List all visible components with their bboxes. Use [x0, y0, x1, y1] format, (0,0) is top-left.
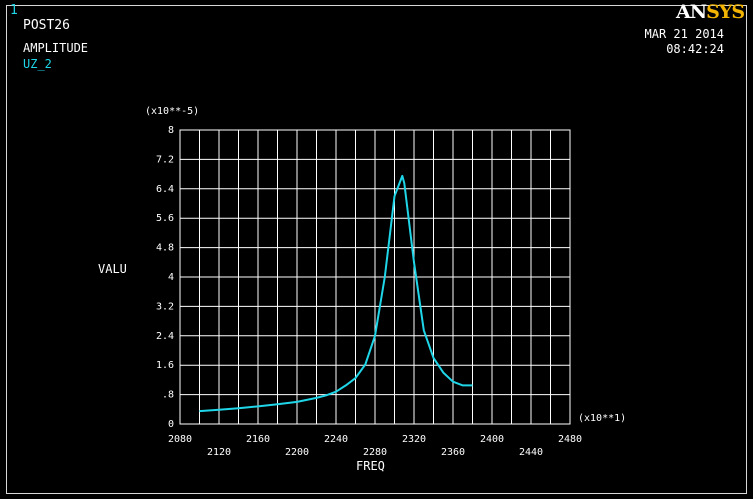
x-tick-label: 2440	[519, 447, 543, 458]
y-tick-label: 2.4	[156, 331, 174, 342]
x-tick-label: 2120	[207, 447, 231, 458]
y-tick-label: 5.6	[156, 213, 174, 224]
y-tick-label: 4.8	[156, 243, 174, 254]
y-tick-label: 4	[168, 272, 174, 283]
y-tick-label: 0	[168, 419, 174, 430]
y-tick-label: 8	[168, 125, 174, 136]
x-tick-label: 2280	[363, 447, 387, 458]
y-tick-label: 7.2	[156, 154, 174, 165]
x-tick-label: 2200	[285, 447, 309, 458]
x-tick-label: 2080	[168, 434, 192, 445]
tick-labels-layer: 0 .8 1.6 2.4 3.2 4 4.8 5.6 6.4 7.2 8 2080 2160 2240 23…	[156, 125, 582, 458]
x-tick-label: 2160	[246, 434, 270, 445]
x-tick-label: 2320	[402, 434, 426, 445]
frequency-response-chart: 0 .8 1.6 2.4 3.2 4 4.8 5.6 6.4 7.2 8 2080 2160 2240 23…	[156, 125, 582, 458]
grid-layer	[179, 129, 571, 425]
y-tick-label: 6.4	[156, 184, 174, 195]
x-tick-label: 2480	[558, 434, 582, 445]
x-tick-label: 2240	[324, 434, 348, 445]
y-tick-label: .8	[162, 390, 174, 401]
x-tick-label: 2400	[480, 434, 504, 445]
y-tick-label: 1.6	[156, 360, 174, 371]
x-tick-label: 2360	[441, 447, 465, 458]
y-tick-label: 3.2	[156, 301, 174, 312]
